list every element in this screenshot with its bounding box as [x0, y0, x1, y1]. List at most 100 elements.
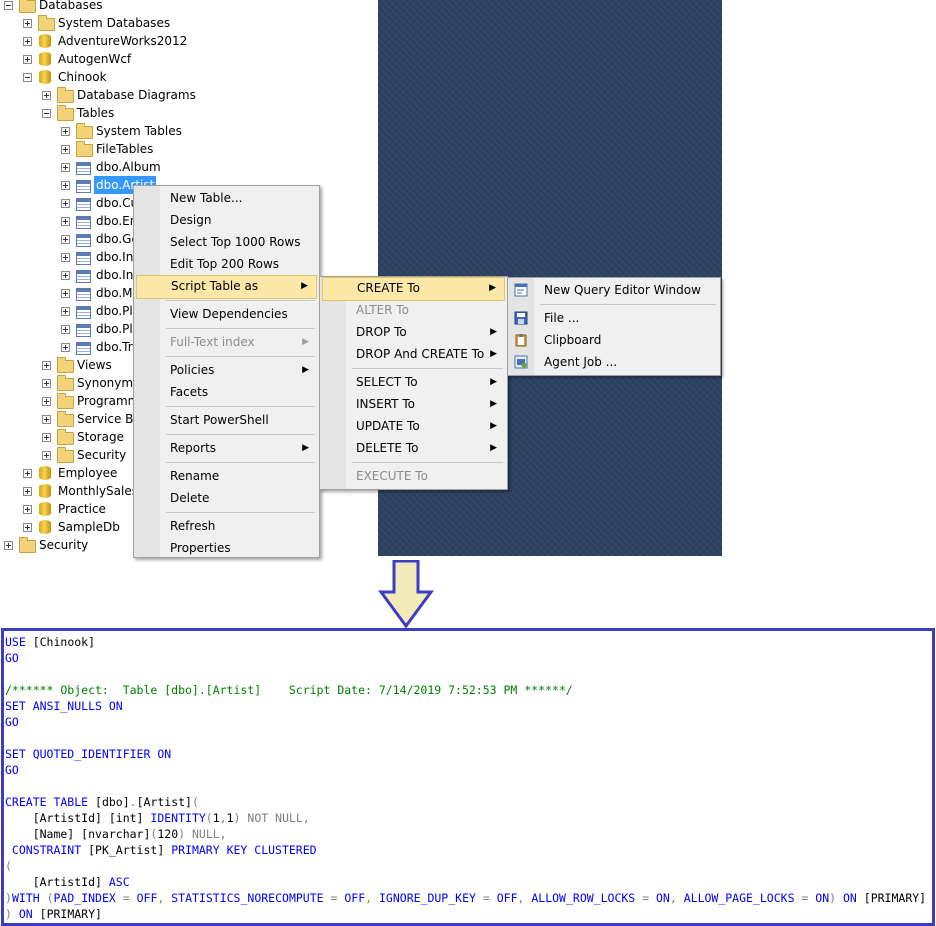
expand-icon[interactable]	[42, 397, 51, 406]
table-icon	[76, 252, 91, 265]
menu-script-table-as[interactable]: Script Table as ▶	[136, 275, 317, 299]
menu-start-powershell[interactable]: Start PowerShell	[136, 409, 317, 431]
expand-icon[interactable]	[61, 325, 70, 334]
tree-node[interactable]: System Tables	[0, 122, 378, 140]
tree-node-label: Databases	[39, 0, 103, 12]
menu-new-table[interactable]: New Table...	[136, 187, 317, 209]
tree-node[interactable]: Database Diagrams	[0, 86, 378, 104]
code-line: GO	[5, 714, 19, 730]
expand-icon[interactable]	[23, 19, 32, 28]
clipboard-icon	[514, 332, 528, 347]
menu-separator	[166, 328, 315, 329]
menu-separator	[166, 462, 315, 463]
menu-policies[interactable]: Policies ▶	[136, 359, 317, 381]
menu-design[interactable]: Design	[136, 209, 317, 231]
tree-node-label: MonthlySales	[58, 484, 138, 498]
table-icon	[76, 162, 91, 175]
expand-icon[interactable]	[61, 343, 70, 352]
menu-select-top-1000[interactable]: Select Top 1000 Rows	[136, 231, 317, 253]
menu-drop-to[interactable]: DROP To ▶	[322, 321, 505, 343]
tree-node-label: AdventureWorks2012	[58, 34, 188, 48]
collapse-icon[interactable]	[4, 1, 13, 10]
expand-icon[interactable]	[61, 289, 70, 298]
expand-icon[interactable]	[23, 37, 32, 46]
expand-icon[interactable]	[42, 91, 51, 100]
expand-icon[interactable]	[61, 181, 70, 190]
menu-edit-top-200[interactable]: Edit Top 200 Rows	[136, 253, 317, 275]
collapse-icon[interactable]	[42, 109, 51, 118]
expand-icon[interactable]	[61, 217, 70, 226]
code-token: =	[330, 891, 345, 905]
tree-node[interactable]: Tables	[0, 104, 378, 122]
expand-icon[interactable]	[61, 271, 70, 280]
expand-icon[interactable]	[61, 127, 70, 136]
tree-node[interactable]: FileTables	[0, 140, 378, 158]
folder-icon	[19, 0, 36, 13]
menu-delete[interactable]: Delete	[136, 487, 317, 509]
code-token: OFF	[136, 891, 158, 905]
expand-icon[interactable]	[23, 523, 32, 532]
menu-drop-to-label: DROP To	[356, 325, 407, 339]
tree-node[interactable]: System Databases	[0, 14, 378, 32]
menu-agent-job[interactable]: Agent Job ...	[510, 351, 718, 373]
code-token: [Chinook]	[32, 635, 96, 649]
menu-view-dependencies[interactable]: View Dependencies	[136, 303, 317, 325]
expand-icon[interactable]	[61, 253, 70, 262]
menu-properties[interactable]: Properties	[136, 537, 317, 559]
code-token: [ArtistId]	[5, 875, 109, 889]
code-token: ALLOW_PAGE_LOCKS	[683, 891, 802, 905]
code-token: ) NOT NULL,	[233, 811, 310, 825]
expand-icon[interactable]	[23, 487, 32, 496]
menu-refresh[interactable]: Refresh	[136, 515, 317, 537]
expand-icon[interactable]	[23, 55, 32, 64]
expand-icon[interactable]	[42, 451, 51, 460]
tree-node[interactable]: dbo.Album	[0, 158, 378, 176]
menu-insert-to[interactable]: INSERT To ▶	[322, 393, 505, 415]
menu-update-to-label: UPDATE To	[356, 419, 420, 433]
expand-icon[interactable]	[23, 469, 32, 478]
expand-icon[interactable]	[42, 361, 51, 370]
expand-icon[interactable]	[61, 163, 70, 172]
expand-icon[interactable]	[61, 307, 70, 316]
menu-delete-label: Delete	[170, 491, 210, 505]
menu-separator	[352, 462, 503, 463]
tree-node[interactable]: Chinook	[0, 68, 378, 86]
collapse-icon[interactable]	[23, 73, 32, 82]
expand-icon[interactable]	[61, 235, 70, 244]
menu-delete-to[interactable]: DELETE To ▶	[322, 437, 505, 459]
expand-icon[interactable]	[42, 433, 51, 442]
menu-execute-to: EXECUTE To	[322, 465, 505, 487]
menu-drop-and-create-to[interactable]: DROP And CREATE To ▶	[322, 343, 505, 365]
expand-icon[interactable]	[4, 541, 13, 550]
expand-icon[interactable]	[42, 415, 51, 424]
code-token: [PRIMARY]	[39, 907, 102, 921]
expand-icon[interactable]	[23, 505, 32, 514]
menu-clipboard[interactable]: Clipboard	[510, 329, 718, 351]
tree-node[interactable]: Databases	[0, 0, 378, 14]
expand-icon[interactable]	[61, 199, 70, 208]
chevron-right-icon: ▶	[302, 337, 309, 347]
agent-job-icon	[514, 354, 528, 369]
menu-rename[interactable]: Rename	[136, 465, 317, 487]
menu-reports[interactable]: Reports ▶	[136, 437, 317, 459]
menu-select-to[interactable]: SELECT To ▶	[322, 371, 505, 393]
tree-node-label: Chinook	[58, 70, 107, 84]
script-table-as-submenu: CREATE To ▶ ALTER To DROP To ▶ DROP And CREAT…	[319, 276, 508, 490]
code-token: [Name] [nvarchar]	[5, 827, 151, 841]
expand-icon[interactable]	[42, 379, 51, 388]
menu-create-to[interactable]: CREATE To ▶	[322, 277, 505, 301]
menu-new-query-editor-window[interactable]: New Query Editor Window	[510, 279, 718, 301]
expand-icon[interactable]	[61, 145, 70, 154]
code-token: (	[46, 891, 54, 905]
folder-icon	[57, 357, 74, 373]
tree-node[interactable]: AdventureWorks2012	[0, 32, 378, 50]
table-icon	[76, 306, 91, 319]
menu-facets[interactable]: Facets	[136, 381, 317, 403]
menu-update-to[interactable]: UPDATE To ▶	[322, 415, 505, 437]
folder-icon	[38, 15, 55, 31]
menu-file[interactable]: File ...	[510, 307, 718, 329]
script-output-editor[interactable]: USE [Chinook] GO/****** Object: Table [db…	[1, 628, 935, 926]
tree-node[interactable]: AutogenWcf	[0, 50, 378, 68]
table-icon	[76, 234, 91, 247]
down-arrow-icon	[378, 560, 434, 628]
